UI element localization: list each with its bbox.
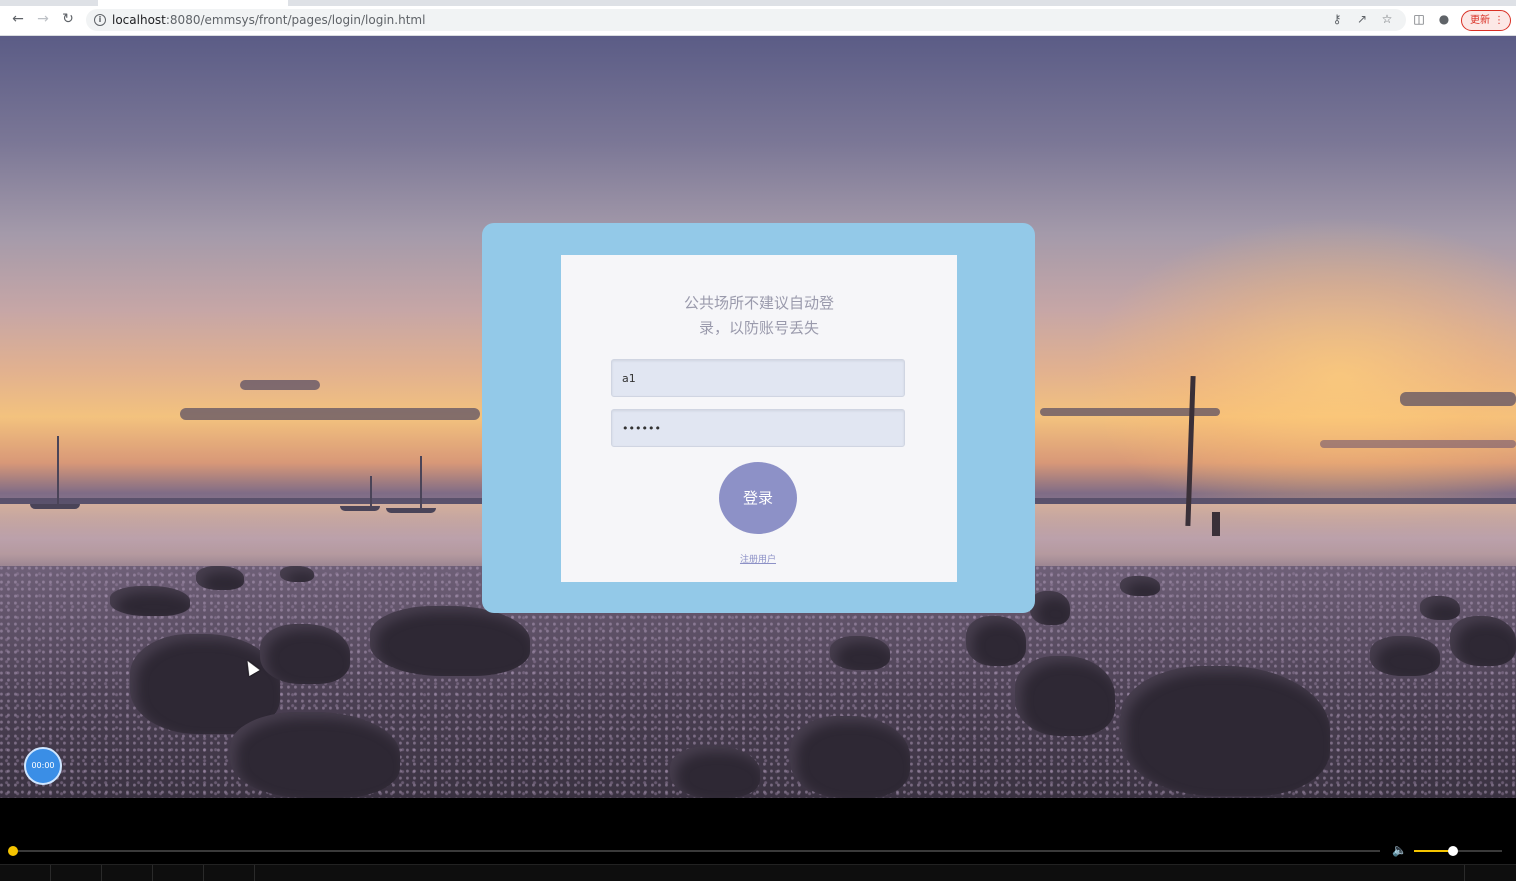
- key-icon[interactable]: ⚷: [1330, 12, 1344, 26]
- login-card-frame: 公共场所不建议自动登 录，以防账号丢失 登录 注册用户: [482, 223, 1035, 613]
- thumbnail-divider: [50, 865, 51, 881]
- username-input[interactable]: [611, 359, 905, 397]
- boat-mast: [57, 436, 59, 506]
- floating-timer-button[interactable]: 00:00: [24, 747, 62, 785]
- bookmark-star-icon[interactable]: ☆: [1380, 12, 1394, 26]
- rock: [1420, 596, 1460, 620]
- progress-handle[interactable]: [8, 846, 18, 856]
- rock: [370, 606, 530, 676]
- side-panel-icon[interactable]: ◫: [1412, 12, 1426, 26]
- thumbnail-strip: [0, 864, 1516, 881]
- login-form: 公共场所不建议自动登 录，以防账号丢失 登录 注册用户: [561, 255, 957, 582]
- kebab-menu-icon[interactable]: ⋮: [1494, 11, 1504, 30]
- update-button[interactable]: 更新 ⋮: [1461, 10, 1511, 31]
- volume-fill: [1414, 850, 1453, 852]
- boat-hull: [386, 508, 436, 513]
- rock: [110, 586, 190, 616]
- rock: [966, 616, 1026, 666]
- rock: [280, 566, 314, 582]
- volume-slider[interactable]: [1414, 850, 1502, 852]
- progress-track[interactable]: [12, 850, 1380, 852]
- password-input[interactable]: [611, 409, 905, 447]
- thumbnail-divider: [203, 865, 204, 881]
- notice-line-1: 公共场所不建议自动登: [683, 294, 834, 312]
- share-icon[interactable]: ↗: [1355, 12, 1369, 26]
- profile-icon[interactable]: ●: [1437, 12, 1451, 26]
- boat-mast: [420, 456, 422, 508]
- url-path: :8080/emmsys/front/pages/login/login.htm…: [165, 13, 426, 27]
- update-label: 更新: [1470, 15, 1490, 26]
- browser-toolbar: ← → ↻ i localhost:8080/emmsys/front/page…: [0, 0, 1516, 36]
- volume-icon[interactable]: 🔈: [1392, 843, 1408, 857]
- boat-hull: [340, 506, 380, 511]
- url-host: localhost: [112, 13, 166, 27]
- wooden-pole: [1212, 512, 1220, 536]
- rock: [260, 624, 350, 684]
- rock: [830, 636, 890, 670]
- rock: [1015, 656, 1115, 736]
- thumbnail-divider: [1464, 865, 1465, 881]
- boat-mast: [370, 476, 372, 506]
- active-tab[interactable]: [98, 0, 288, 6]
- notice-line-2: 录，以防账号丢失: [698, 319, 819, 337]
- reload-icon[interactable]: ↻: [60, 11, 76, 27]
- rock: [790, 716, 910, 798]
- tab-strip: [0, 0, 1516, 6]
- volume-handle[interactable]: [1447, 846, 1458, 856]
- rock: [1120, 666, 1330, 796]
- boat-hull: [30, 504, 80, 509]
- login-button[interactable]: 登录: [719, 462, 797, 534]
- auto-login-notice: 公共场所不建议自动登 录，以防账号丢失: [661, 291, 857, 341]
- cloud: [1320, 440, 1516, 448]
- sunset-glow: [1080, 216, 1516, 536]
- cloud: [240, 380, 320, 390]
- rock: [196, 566, 244, 590]
- site-info-icon[interactable]: i: [94, 14, 106, 26]
- thumbnail-divider: [254, 865, 255, 881]
- thumbnail-divider: [101, 865, 102, 881]
- thumbnail-divider: [152, 865, 153, 881]
- rock: [1450, 616, 1516, 666]
- rock: [1370, 636, 1440, 676]
- cloud: [180, 408, 480, 420]
- address-bar[interactable]: i localhost:8080/emmsys/front/pages/logi…: [86, 9, 1406, 31]
- register-link[interactable]: 注册用户: [719, 552, 797, 565]
- rock: [230, 712, 400, 798]
- rock: [670, 746, 760, 798]
- forward-arrow-icon[interactable]: →: [35, 11, 51, 27]
- video-player-bar: 🔈: [0, 798, 1516, 881]
- url-text[interactable]: localhost:8080/emmsys/front/pages/login/…: [112, 12, 425, 28]
- rock: [1030, 591, 1070, 625]
- back-arrow-icon[interactable]: ←: [10, 11, 26, 27]
- cloud: [1400, 392, 1516, 406]
- rock: [1120, 576, 1160, 596]
